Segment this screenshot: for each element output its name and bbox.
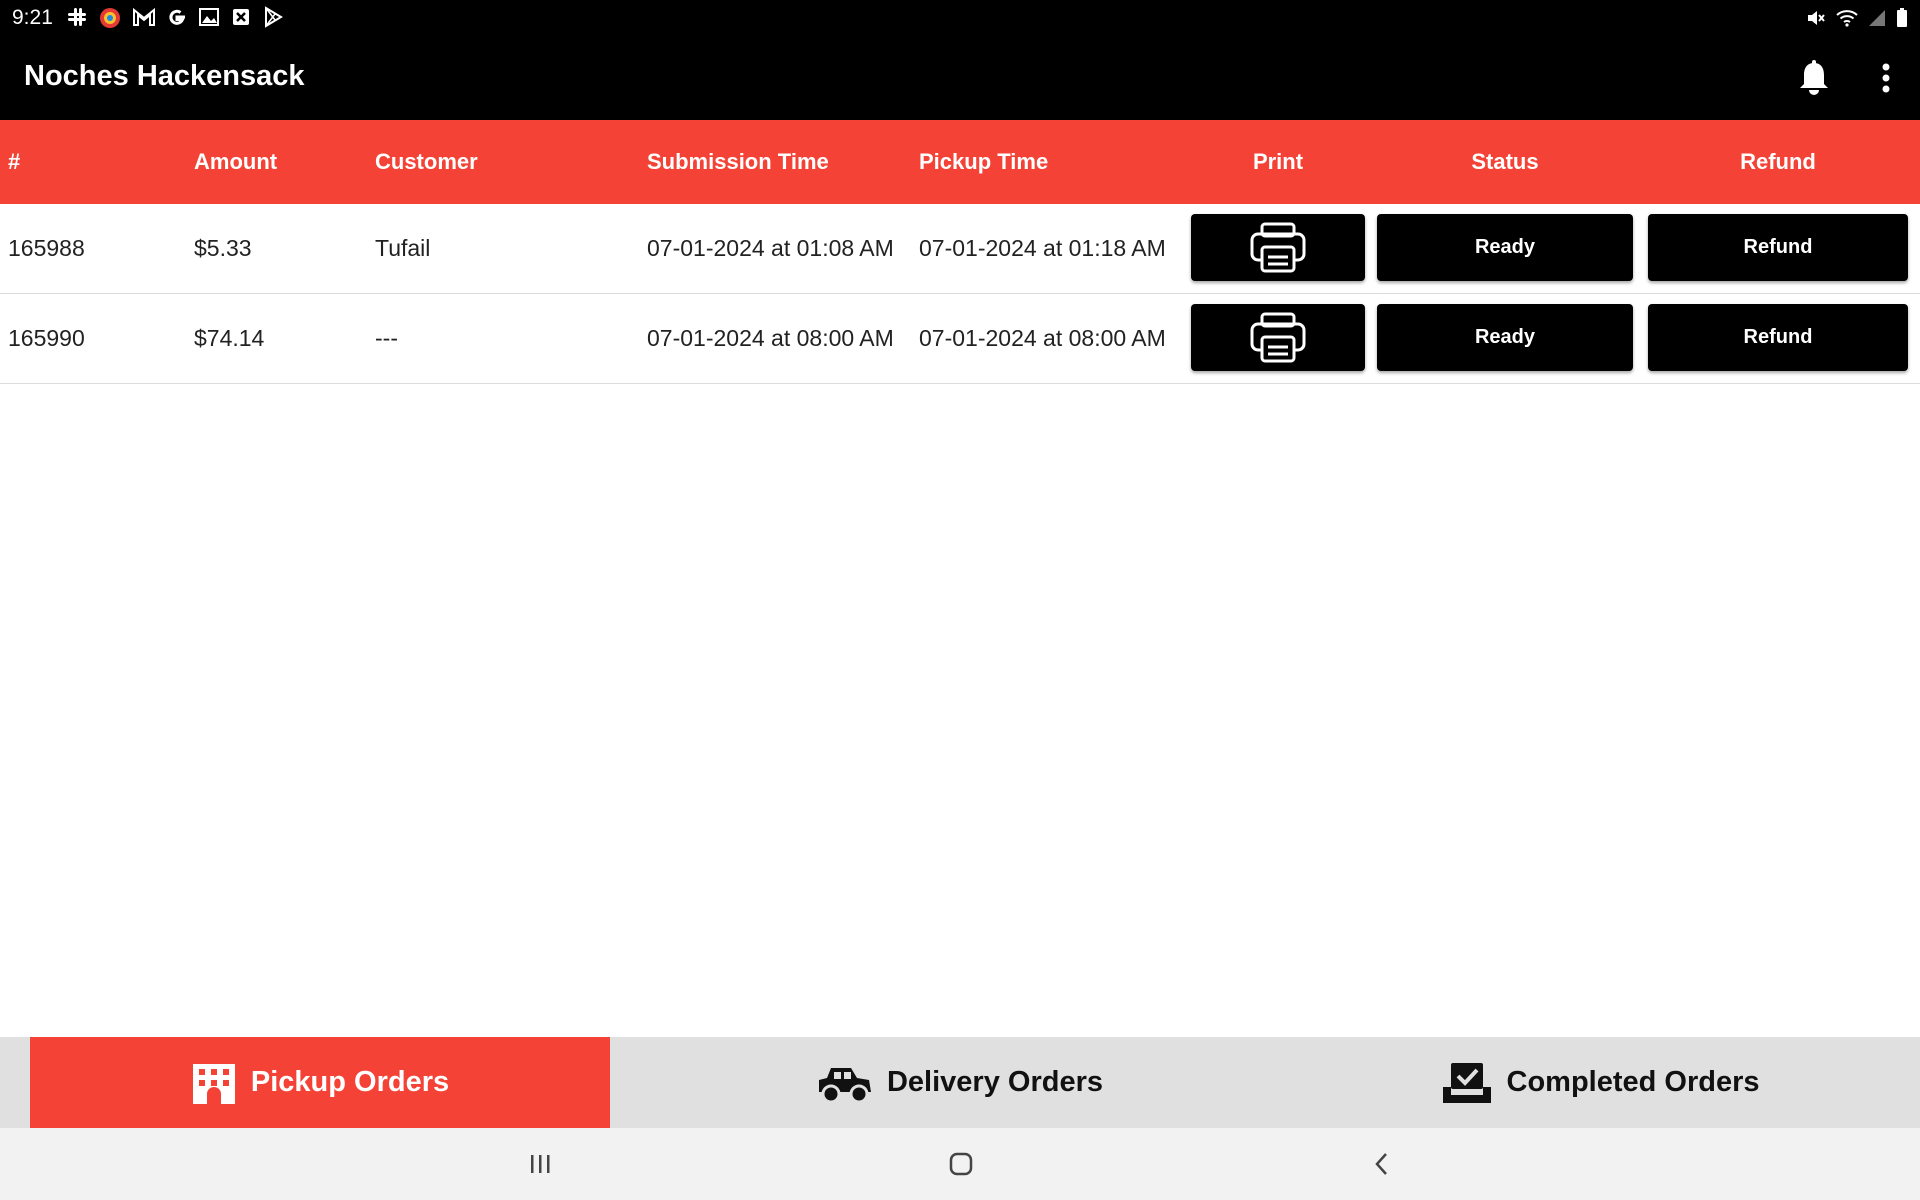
order-number: 165990 — [8, 325, 85, 351]
status-icons-left — [66, 6, 284, 30]
building-icon — [192, 1063, 235, 1104]
back-icon — [1375, 1153, 1387, 1175]
header-pickup-time: Pickup Time — [919, 149, 1049, 174]
play-store-icon — [265, 6, 283, 28]
gallery-icon — [199, 8, 219, 26]
more-vertical-icon — [1882, 63, 1890, 93]
app-badge-icon — [100, 8, 120, 28]
table-row: 165988 $5.33 Tufail 07-01-2024 at 01:08 … — [0, 204, 1920, 294]
tab-pickup-orders[interactable]: Pickup Orders — [30, 1037, 610, 1128]
google-icon — [169, 9, 185, 25]
battery-icon — [1897, 8, 1907, 27]
truck-icon — [818, 1067, 871, 1103]
refund-button[interactable]: Refund — [1648, 304, 1908, 371]
tab-label: Pickup Orders — [250, 1066, 450, 1098]
order-submission-time: 07-01-2024 at 08:00 AM — [647, 325, 894, 351]
order-submission-time: 07-01-2024 at 01:08 AM — [647, 235, 894, 261]
overflow-menu-button[interactable] — [1872, 58, 1900, 98]
header-print: Print — [1252, 149, 1304, 174]
signal-icon — [1869, 10, 1885, 26]
mute-icon — [1808, 11, 1825, 25]
bell-icon — [1800, 60, 1828, 95]
tab-completed-orders[interactable]: Completed Orders — [1310, 1037, 1890, 1128]
recent-apps-icon — [531, 1155, 550, 1173]
app-title: Noches Hackensack — [24, 60, 305, 92]
app-bar: Noches Hackensack — [0, 36, 1920, 120]
bottom-tab-bar: Pickup Orders Delivery Orders Completed … — [0, 1037, 1920, 1128]
recent-apps-button[interactable] — [515, 1144, 565, 1184]
order-customer: Tufail — [375, 235, 431, 261]
order-pickup-time: 07-01-2024 at 01:18 AM — [919, 235, 1166, 261]
print-button[interactable] — [1191, 304, 1365, 371]
tab-label: Completed Orders — [1506, 1066, 1760, 1098]
header-status: Status — [1471, 149, 1539, 174]
table-row: 165990 $74.14 --- 07-01-2024 at 08:00 AM… — [0, 294, 1920, 384]
back-button[interactable] — [1357, 1144, 1407, 1184]
status-bar: 9:21 — [0, 0, 1920, 36]
home-icon — [949, 1152, 973, 1176]
status-ready-button[interactable]: Ready — [1377, 214, 1633, 281]
status-time: 9:21 — [12, 6, 53, 29]
status-icons-right — [1806, 8, 1908, 28]
status-ready-button[interactable]: Ready — [1377, 304, 1633, 371]
header-number: # — [8, 149, 21, 174]
printer-icon — [1250, 222, 1306, 272]
tab-delivery-orders[interactable]: Delivery Orders — [610, 1037, 1310, 1128]
tab-label: Delivery Orders — [886, 1066, 1103, 1098]
order-customer: --- — [375, 325, 398, 351]
print-button[interactable] — [1191, 214, 1365, 281]
wifi-icon — [1836, 10, 1858, 27]
header-refund: Refund — [1740, 149, 1816, 174]
slack-icon — [68, 8, 86, 26]
header-submission-time: Submission Time — [647, 149, 829, 174]
gmail-icon — [133, 7, 155, 26]
header-customer: Customer — [375, 149, 478, 174]
notifications-button[interactable] — [1794, 58, 1834, 98]
order-pickup-time: 07-01-2024 at 08:00 AM — [919, 325, 1166, 351]
refund-button[interactable]: Refund — [1648, 214, 1908, 281]
orders-table: # Amount Customer Submission Time Pickup… — [0, 120, 1920, 384]
system-nav-bar — [0, 1128, 1920, 1200]
header-amount: Amount — [194, 149, 278, 174]
close-box-icon — [233, 9, 249, 25]
printer-icon — [1250, 312, 1306, 362]
order-amount: $5.33 — [194, 235, 252, 261]
order-number: 165988 — [8, 235, 85, 261]
order-amount: $74.14 — [194, 325, 265, 351]
table-header: # Amount Customer Submission Time Pickup… — [0, 120, 1920, 204]
inbox-check-icon — [1442, 1062, 1491, 1103]
home-button[interactable] — [936, 1144, 986, 1184]
